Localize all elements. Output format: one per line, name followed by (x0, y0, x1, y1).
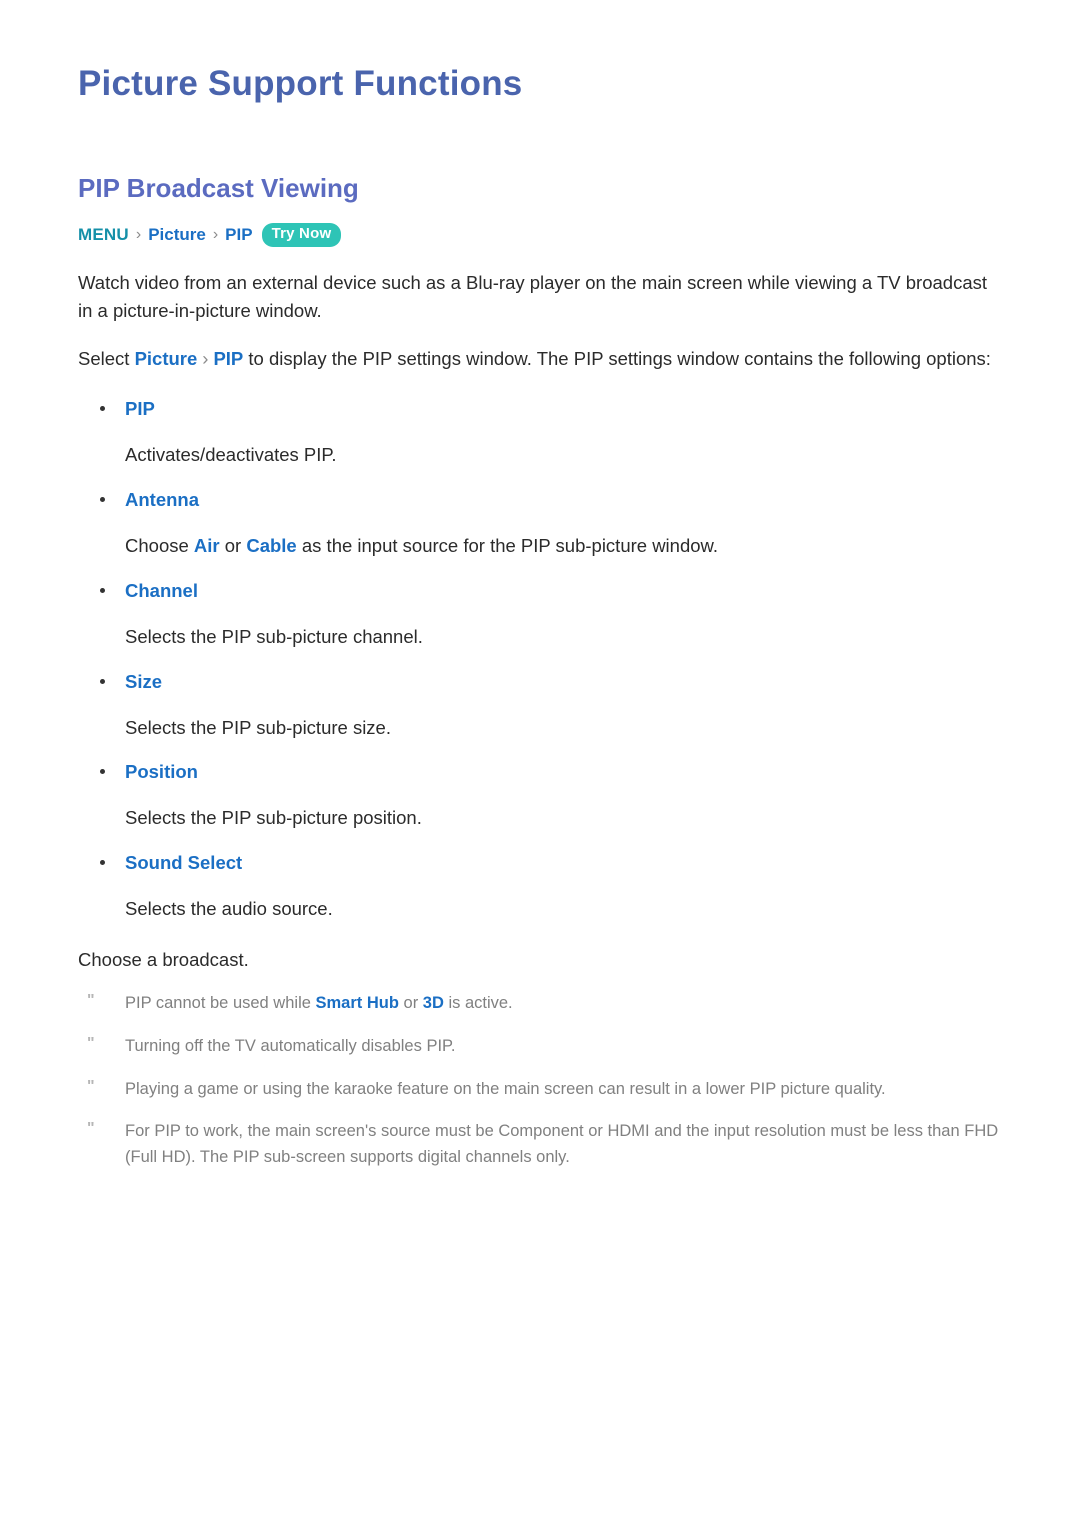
page-title: Picture Support Functions (78, 64, 523, 103)
section-title: PIP Broadcast Viewing (78, 172, 359, 203)
footnote-item: " PIP cannot be used while Smart Hub or 3… (78, 991, 1002, 1017)
bullet-icon (100, 859, 105, 865)
list-item: Antenna Choose Air or Cable as the input… (78, 488, 1002, 560)
pip-options-list: PIP Activates/deactivates PIP. Antenna C… (78, 397, 1002, 922)
chevron-right-icon: › (212, 225, 219, 243)
footnote-text: Playing a game or using the karaoke feat… (125, 1079, 886, 1098)
footnote-mid: or (398, 994, 423, 1013)
list-item: Size Selects the PIP sub-picture size. (78, 670, 1002, 742)
option-description: Activates/deactivates PIP. (125, 444, 337, 466)
bullet-icon (100, 406, 105, 412)
inline-link-3d[interactable]: 3D (423, 994, 444, 1012)
quote-marker-icon: " (87, 1120, 95, 1138)
bullet-icon (100, 497, 105, 503)
intro-paragraph-1: Watch video from an external device such… (78, 272, 988, 322)
quote-marker-icon: " (87, 992, 95, 1010)
option-description: Selects the audio source. (125, 897, 333, 919)
breadcrumb-root[interactable]: MENU (78, 223, 129, 247)
list-item: Channel Selects the PIP sub-picture chan… (78, 579, 1002, 651)
footnote-item: " For PIP to work, the main screen's sour… (78, 1119, 1002, 1170)
option-label-position[interactable]: Position (125, 760, 1002, 785)
footnote-item: " Playing a game or using the karaoke fea… (78, 1077, 1002, 1103)
option-description: Selects the PIP sub-picture channel. (125, 625, 423, 647)
option-desc-suffix: as the input source for the PIP sub-pict… (296, 535, 719, 557)
quote-marker-icon: " (87, 1035, 95, 1052)
chevron-right-icon: › (202, 348, 209, 370)
bullet-icon (100, 587, 105, 593)
option-description: Choose Air or Cable as the input source … (125, 532, 1002, 560)
footnotes-list: " PIP cannot be used while Smart Hub or 3… (78, 991, 1002, 1170)
bullet-icon (100, 769, 105, 775)
inline-link-smart-hub[interactable]: Smart Hub (316, 994, 399, 1012)
quote-marker-icon: " (87, 1077, 95, 1095)
chevron-right-icon: › (135, 225, 142, 243)
breadcrumb-item-pip[interactable]: PIP (225, 223, 252, 247)
option-label-size[interactable]: Size (125, 670, 1002, 695)
closing-line: Choose a broadcast. (78, 948, 249, 970)
intro-p2-prefix: Select (78, 348, 135, 370)
footnote-suffix: is active. (443, 994, 513, 1013)
try-now-badge[interactable]: Try Now (261, 223, 342, 248)
footnote-prefix: PIP cannot be used while (125, 994, 316, 1013)
footnote-text: For PIP to work, the main screen's sourc… (125, 1122, 999, 1166)
list-item: PIP Activates/deactivates PIP. (78, 397, 1002, 469)
list-item: Position Selects the PIP sub-picture pos… (78, 760, 1002, 832)
document-page: Picture Support Functions PIP Broadcast … (0, 0, 1080, 1527)
bullet-icon (100, 678, 105, 684)
intro-p2-suffix: to display the PIP settings window. The … (243, 348, 991, 370)
option-label-antenna[interactable]: Antenna (125, 488, 1002, 513)
option-description: Selects the PIP sub-picture size. (125, 716, 391, 738)
footnote-item: " Turning off the TV automatically disabl… (78, 1034, 1002, 1060)
intro-paragraph-2: Select Picture › PIP to display the PIP se… (78, 345, 1002, 373)
breadcrumb: MENU › Picture › PIP Try Now (78, 223, 1002, 248)
option-label-sound-select[interactable]: Sound Select (125, 851, 1002, 876)
footnote-text: Turning off the TV automatically disable… (125, 1037, 456, 1055)
breadcrumb-item-picture[interactable]: Picture (148, 223, 206, 247)
inline-link-air[interactable]: Air (194, 535, 220, 556)
list-item: Sound Select Selects the audio source. (78, 851, 1002, 923)
inline-link-picture[interactable]: Picture (135, 348, 198, 369)
option-desc-mid: or (219, 535, 247, 557)
inline-link-pip[interactable]: PIP (213, 348, 243, 369)
option-desc-prefix: Choose (125, 535, 194, 557)
option-label-channel[interactable]: Channel (125, 579, 1002, 604)
option-description: Selects the PIP sub-picture position. (125, 807, 422, 829)
option-label-pip[interactable]: PIP (125, 397, 1002, 422)
inline-link-cable[interactable]: Cable (246, 535, 296, 556)
